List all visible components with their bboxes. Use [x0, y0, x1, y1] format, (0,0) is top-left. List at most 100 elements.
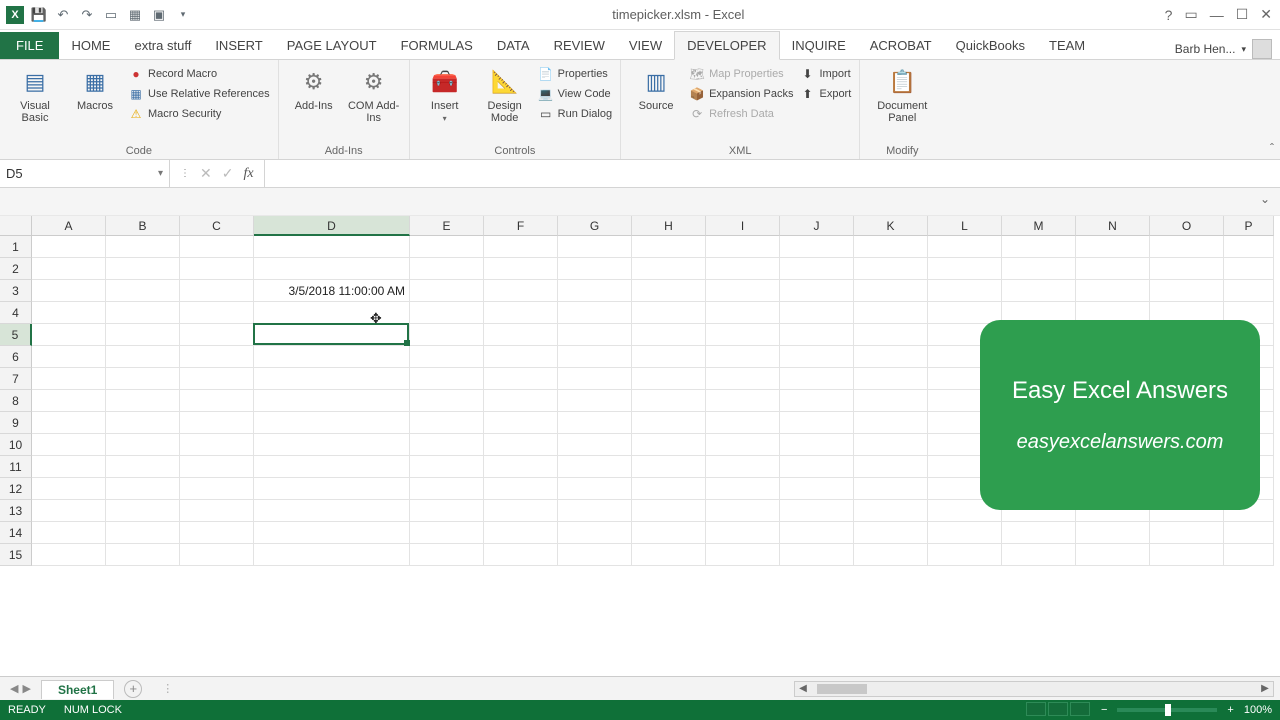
cell-E11[interactable] [410, 456, 484, 478]
hscroll-left-icon[interactable]: ◀ [795, 683, 811, 694]
cell-E12[interactable] [410, 478, 484, 500]
cell-J7[interactable] [780, 368, 854, 390]
cell-E14[interactable] [410, 522, 484, 544]
zoom-out-icon[interactable]: − [1101, 704, 1107, 716]
cell-J11[interactable] [780, 456, 854, 478]
cell-D11[interactable] [254, 456, 410, 478]
row-header[interactable]: 13 [0, 500, 32, 522]
cell-I6[interactable] [706, 346, 780, 368]
cell-H6[interactable] [632, 346, 706, 368]
column-header[interactable]: K [854, 216, 928, 236]
insert-button[interactable]: 🧰 Insert ▾ [418, 64, 472, 123]
cell-C1[interactable] [180, 236, 254, 258]
cell-L2[interactable] [928, 258, 1002, 280]
cell-P2[interactable] [1224, 258, 1274, 280]
row-header[interactable]: 4 [0, 302, 32, 324]
tab-formulas[interactable]: FORMULAS [389, 32, 485, 59]
cell-F6[interactable] [484, 346, 558, 368]
record-macro-button[interactable]: ●Record Macro [128, 66, 270, 82]
cell-I8[interactable] [706, 390, 780, 412]
expansion-packs-button[interactable]: 📦Expansion Packs [689, 86, 793, 102]
cell-B9[interactable] [106, 412, 180, 434]
visual-basic-button[interactable]: ▤ Visual Basic [8, 64, 62, 124]
column-header[interactable]: C [180, 216, 254, 236]
sheet-nav[interactable]: ◀▶ [0, 682, 41, 695]
formula-input[interactable] [265, 160, 1280, 187]
qa-icon-1[interactable]: ▦ [126, 6, 144, 24]
cell-D1[interactable] [254, 236, 410, 258]
view-code-button[interactable]: 💻View Code [538, 86, 612, 102]
qa-icon-2[interactable]: ▣ [150, 6, 168, 24]
cell-C8[interactable] [180, 390, 254, 412]
cell-B12[interactable] [106, 478, 180, 500]
cell-F9[interactable] [484, 412, 558, 434]
row-headers[interactable]: 123456789101112131415 [0, 236, 32, 676]
cell-J13[interactable] [780, 500, 854, 522]
cell-B7[interactable] [106, 368, 180, 390]
cell-E1[interactable] [410, 236, 484, 258]
cell-D7[interactable] [254, 368, 410, 390]
cell-F13[interactable] [484, 500, 558, 522]
formula-more-icon[interactable]: ⋮ [180, 168, 190, 179]
cell-J2[interactable] [780, 258, 854, 280]
cell-D8[interactable] [254, 390, 410, 412]
cell-G1[interactable] [558, 236, 632, 258]
column-header[interactable]: G [558, 216, 632, 236]
cell-C13[interactable] [180, 500, 254, 522]
cell-P15[interactable] [1224, 544, 1274, 566]
cell-F4[interactable] [484, 302, 558, 324]
cell-E5[interactable] [410, 324, 484, 346]
cell-J3[interactable] [780, 280, 854, 302]
cell-H1[interactable] [632, 236, 706, 258]
cell-K12[interactable] [854, 478, 928, 500]
tab-acrobat[interactable]: ACROBAT [858, 32, 944, 59]
row-header[interactable]: 7 [0, 368, 32, 390]
cell-A14[interactable] [32, 522, 106, 544]
tab-extra-stuff[interactable]: extra stuff [122, 32, 203, 59]
name-box[interactable]: D5 [0, 160, 170, 187]
column-header[interactable]: M [1002, 216, 1076, 236]
cell-L14[interactable] [928, 522, 1002, 544]
cell-D3[interactable]: 3/5/2018 11:00:00 AM [254, 280, 410, 302]
cell-H9[interactable] [632, 412, 706, 434]
cell-K5[interactable] [854, 324, 928, 346]
cell-E13[interactable] [410, 500, 484, 522]
cell-F5[interactable] [484, 324, 558, 346]
cell-H15[interactable] [632, 544, 706, 566]
cell-B10[interactable] [106, 434, 180, 456]
properties-button[interactable]: 📄Properties [538, 66, 612, 82]
cell-I7[interactable] [706, 368, 780, 390]
cell-J14[interactable] [780, 522, 854, 544]
cell-C12[interactable] [180, 478, 254, 500]
cell-G4[interactable] [558, 302, 632, 324]
cell-J12[interactable] [780, 478, 854, 500]
cell-C9[interactable] [180, 412, 254, 434]
cancel-formula-icon[interactable]: ✕ [200, 165, 212, 182]
cell-H2[interactable] [632, 258, 706, 280]
cell-E2[interactable] [410, 258, 484, 280]
cell-I4[interactable] [706, 302, 780, 324]
row-header[interactable]: 2 [0, 258, 32, 280]
row-header[interactable]: 6 [0, 346, 32, 368]
cell-H12[interactable] [632, 478, 706, 500]
qa-more-icon[interactable]: ▾ [174, 6, 192, 24]
cell-P14[interactable] [1224, 522, 1274, 544]
column-header[interactable]: A [32, 216, 106, 236]
cell-K11[interactable] [854, 456, 928, 478]
cell-G10[interactable] [558, 434, 632, 456]
cell-A12[interactable] [32, 478, 106, 500]
cell-G9[interactable] [558, 412, 632, 434]
cell-N14[interactable] [1076, 522, 1150, 544]
cell-N2[interactable] [1076, 258, 1150, 280]
cell-K15[interactable] [854, 544, 928, 566]
cell-K14[interactable] [854, 522, 928, 544]
cell-E15[interactable] [410, 544, 484, 566]
row-header[interactable]: 15 [0, 544, 32, 566]
cell-K9[interactable] [854, 412, 928, 434]
cell-G5[interactable] [558, 324, 632, 346]
cell-J8[interactable] [780, 390, 854, 412]
cell-J4[interactable] [780, 302, 854, 324]
cell-L3[interactable] [928, 280, 1002, 302]
cell-A1[interactable] [32, 236, 106, 258]
cell-H8[interactable] [632, 390, 706, 412]
